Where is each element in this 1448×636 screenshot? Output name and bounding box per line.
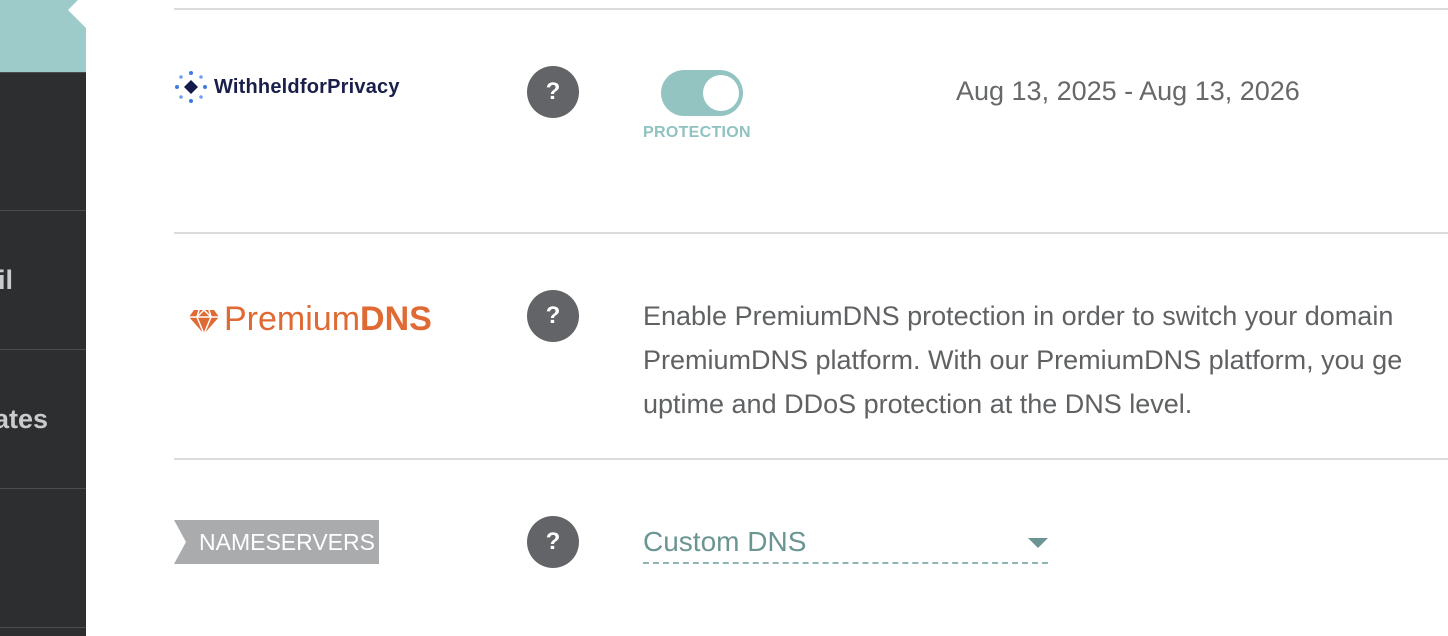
withheldforprivacy-mark-icon bbox=[174, 70, 208, 104]
active-indicator-notch bbox=[68, 0, 86, 28]
premiumdns-logo-text: Premium bbox=[224, 300, 361, 338]
row-divider bbox=[174, 232, 1448, 234]
nameservers-tag: NAMESERVERS bbox=[174, 520, 379, 564]
premiumdns-logo: Premium DNS bbox=[188, 300, 432, 339]
toggle-knob bbox=[703, 75, 739, 111]
premiumdns-description: Enable PremiumDNS protection in order to… bbox=[643, 294, 1448, 426]
sidebar-divider bbox=[0, 349, 86, 350]
nameservers-select-value: Custom DNS bbox=[643, 526, 807, 557]
sidebar-divider bbox=[0, 72, 86, 73]
sidebar-divider bbox=[0, 488, 86, 489]
privacy-date-range: Aug 13, 2025 - Aug 13, 2026 bbox=[956, 76, 1300, 106]
chevron-down-icon bbox=[1028, 538, 1048, 548]
withheldforprivacy-logo-text: WithheldforPrivacy bbox=[214, 75, 400, 98]
row-divider bbox=[174, 458, 1448, 460]
help-icon[interactable]: ? bbox=[527, 66, 579, 118]
tag-notch bbox=[174, 520, 186, 564]
help-icon[interactable]: ? bbox=[527, 290, 579, 342]
nameservers-select[interactable]: Custom DNS bbox=[643, 522, 1048, 564]
sidebar-item-active[interactable] bbox=[0, 0, 86, 72]
sidebar: il ates bbox=[0, 0, 86, 636]
premiumdns-logo-text-bold: DNS bbox=[360, 300, 432, 338]
description-line: uptime and DDoS protection at the DNS le… bbox=[643, 389, 1193, 419]
nameservers-tag-label: NAMESERVERS bbox=[199, 529, 375, 555]
sidebar-divider bbox=[0, 627, 86, 628]
withheldforprivacy-logo: WithheldforPrivacy bbox=[174, 70, 400, 104]
sidebar-divider bbox=[0, 210, 86, 211]
description-line: PremiumDNS platform. With our PremiumDNS… bbox=[643, 345, 1403, 375]
diamond-icon bbox=[188, 304, 220, 336]
row-divider bbox=[174, 8, 1448, 10]
protection-toggle[interactable] bbox=[661, 70, 743, 116]
description-line: Enable PremiumDNS protection in order to… bbox=[643, 301, 1394, 331]
sidebar-item-label[interactable]: il bbox=[0, 265, 84, 295]
protection-toggle-label: PROTECTION bbox=[643, 124, 751, 141]
sidebar-item-label[interactable]: ates bbox=[0, 404, 80, 434]
help-icon[interactable]: ? bbox=[527, 516, 579, 568]
